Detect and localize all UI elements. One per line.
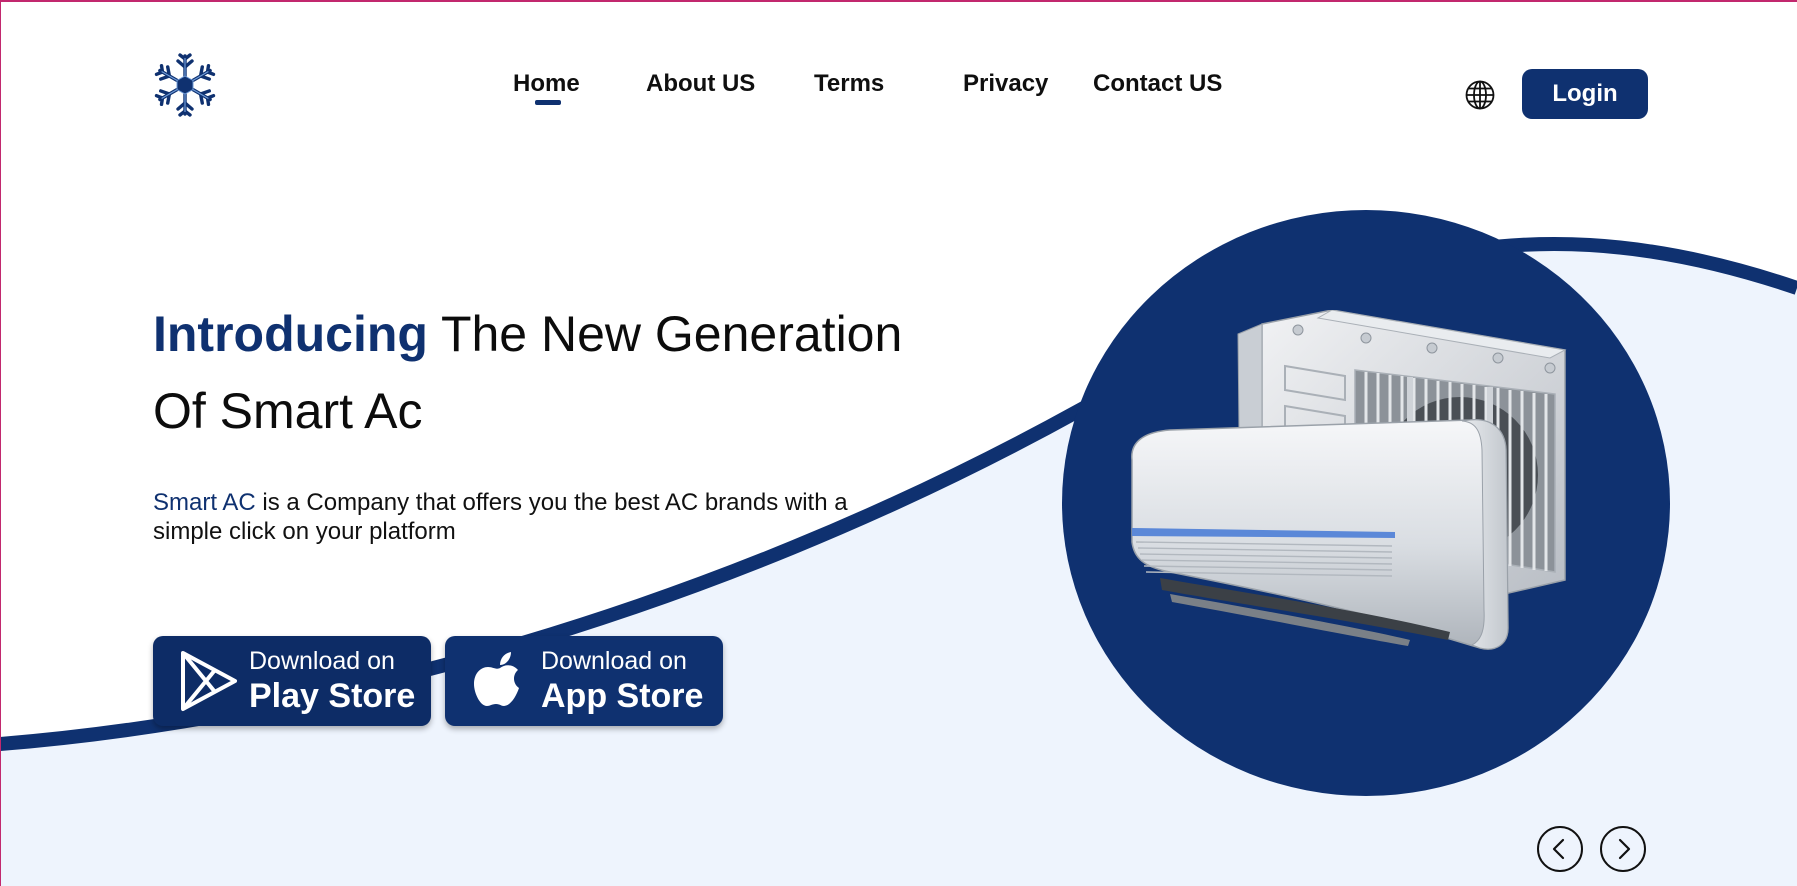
- play-store-button[interactable]: Download on Play Store: [153, 636, 431, 726]
- hero-description: Smart AC is a Company that offers you th…: [153, 488, 873, 546]
- globe-icon[interactable]: [1464, 79, 1496, 111]
- carousel-next-button[interactable]: [1600, 826, 1646, 872]
- hero-description-rest: is a Company that offers you the best AC…: [153, 489, 848, 545]
- carousel-prev-button[interactable]: [1537, 826, 1583, 872]
- chevron-left-icon: [1552, 838, 1565, 860]
- nav-about-us[interactable]: About US: [646, 70, 755, 98]
- snowflake-icon[interactable]: [152, 52, 218, 118]
- nav-contact-us[interactable]: Contact US: [1093, 70, 1222, 98]
- play-store-icon: [181, 651, 237, 711]
- apple-icon: [474, 652, 519, 706]
- app-store-line1: Download on: [541, 647, 687, 675]
- play-store-line1: Download on: [249, 647, 395, 675]
- hero-title-accent: Introducing: [153, 306, 428, 362]
- app-store-line2: App Store: [541, 677, 704, 715]
- hero-title: Introducing The New Generation Of Smart …: [153, 296, 933, 450]
- nav-privacy[interactable]: Privacy: [963, 70, 1048, 98]
- chevron-right-icon: [1618, 838, 1631, 860]
- app-store-button[interactable]: Download on App Store: [445, 636, 723, 726]
- nav-active-indicator: [535, 100, 561, 105]
- nav-home[interactable]: Home: [513, 70, 580, 98]
- nav-terms[interactable]: Terms: [814, 70, 884, 98]
- air-conditioner-image: [1131, 310, 1567, 650]
- brand-name: Smart AC: [153, 489, 256, 516]
- login-button[interactable]: Login: [1522, 69, 1648, 119]
- play-store-line2: Play Store: [249, 677, 416, 715]
